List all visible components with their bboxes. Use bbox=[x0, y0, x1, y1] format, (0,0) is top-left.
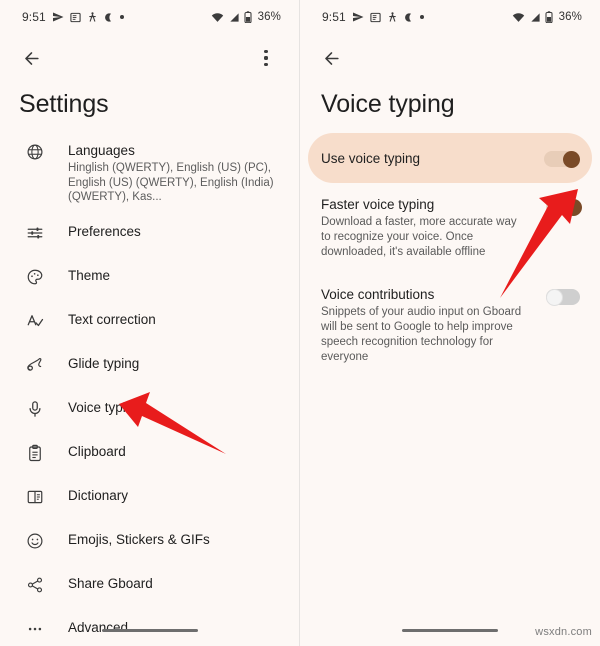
item-title: Advanced bbox=[68, 619, 129, 635]
clipboard-icon bbox=[20, 443, 50, 462]
pref-subtitle: Download a faster, more accurate way to … bbox=[321, 216, 517, 258]
dot-icon bbox=[119, 15, 124, 19]
item-title: Clipboard bbox=[68, 443, 126, 459]
sidebar-item-clipboard[interactable]: Clipboard bbox=[0, 434, 299, 478]
send-icon bbox=[352, 11, 364, 23]
item-title: Languages bbox=[68, 143, 135, 158]
status-time: 9:51 bbox=[322, 10, 346, 24]
sidebar-item-text-correction[interactable]: Text correction bbox=[0, 302, 299, 346]
back-arrow-icon[interactable] bbox=[14, 41, 48, 75]
sidebar-item-dictionary[interactable]: Dictionary bbox=[0, 478, 299, 522]
wifi-icon bbox=[211, 12, 224, 23]
wifi-icon bbox=[512, 12, 525, 23]
home-indicator-left bbox=[101, 628, 198, 632]
settings-list: Languages Hinglish (QWERTY), English (US… bbox=[0, 133, 299, 646]
item-title: Voice typing bbox=[68, 399, 141, 415]
sidebar-item-preferences[interactable]: Preferences bbox=[0, 214, 299, 258]
toggle-thumb bbox=[565, 198, 582, 216]
toggle-use-voice-typing[interactable] bbox=[544, 150, 580, 168]
send-icon bbox=[52, 11, 64, 23]
back-arrow-icon[interactable] bbox=[314, 41, 348, 75]
person-walking-icon bbox=[87, 11, 98, 23]
dot-icon bbox=[419, 15, 424, 19]
news-icon bbox=[70, 12, 81, 23]
battery-icon bbox=[545, 11, 553, 23]
status-bar-right: 9:51 36% bbox=[300, 0, 600, 34]
glide-squiggle-icon bbox=[20, 355, 50, 374]
pref-subtitle: Snippets of your audio input on Gboard w… bbox=[321, 306, 522, 363]
sidebar-item-glide-typing[interactable]: Glide typing bbox=[0, 346, 299, 390]
dual-screenshot-container: 9:51 36% Settings Languages Hinglish (QW… bbox=[0, 0, 600, 646]
kebab-menu-icon[interactable] bbox=[249, 41, 283, 75]
signal-icon bbox=[529, 12, 541, 23]
item-title: Dictionary bbox=[68, 487, 129, 503]
toolbar-left bbox=[0, 34, 299, 82]
news-icon bbox=[370, 12, 381, 23]
toggle-thumb bbox=[563, 150, 580, 168]
item-title: Text correction bbox=[68, 311, 156, 327]
sidebar-item-emojis-stickers-gifs[interactable]: Emojis, Stickers & GIFs bbox=[0, 522, 299, 566]
sidebar-item-voice-typing[interactable]: Voice typing bbox=[0, 390, 299, 434]
right-phone-screen: 9:51 36% Voice typing Use voice typing F… bbox=[300, 0, 600, 646]
toggle-faster-voice-typing[interactable] bbox=[546, 198, 582, 216]
spellcheck-icon bbox=[20, 311, 50, 330]
sidebar-item-theme[interactable]: Theme bbox=[0, 258, 299, 302]
sidebar-item-share-gboard[interactable]: Share Gboard bbox=[0, 566, 299, 610]
dictionary-book-icon bbox=[20, 487, 50, 506]
voice-typing-preferences: Use voice typing Faster voice typing Dow… bbox=[300, 133, 600, 378]
toggle-thumb bbox=[546, 288, 563, 306]
toolbar-right bbox=[300, 34, 600, 82]
home-indicator-right bbox=[402, 628, 498, 632]
pref-use-voice-typing[interactable]: Use voice typing bbox=[308, 133, 592, 183]
battery-percent: 36% bbox=[257, 11, 281, 23]
microphone-icon bbox=[20, 399, 50, 418]
item-title: Glide typing bbox=[68, 355, 140, 371]
emoji-smiley-icon bbox=[20, 531, 50, 550]
pref-title: Use voice typing bbox=[321, 150, 421, 166]
palette-icon bbox=[20, 267, 50, 286]
person-walking-icon bbox=[387, 11, 398, 23]
globe-icon bbox=[20, 142, 50, 161]
pref-faster-voice-typing[interactable]: Faster voice typing Download a faster, m… bbox=[300, 183, 600, 273]
item-title: Preferences bbox=[68, 223, 141, 239]
page-title-settings: Settings bbox=[19, 90, 109, 118]
item-title: Share Gboard bbox=[68, 575, 153, 591]
status-bar-left: 9:51 36% bbox=[0, 0, 299, 34]
crescent-moon-icon bbox=[104, 12, 114, 23]
item-title: Theme bbox=[68, 267, 111, 283]
pref-voice-contributions[interactable]: Voice contributions Snippets of your aud… bbox=[300, 273, 600, 378]
sidebar-item-languages[interactable]: Languages Hinglish (QWERTY), English (US… bbox=[0, 133, 299, 214]
toggle-voice-contributions[interactable] bbox=[546, 288, 582, 306]
share-icon bbox=[20, 575, 50, 594]
watermark: wsxdn.com bbox=[535, 626, 592, 638]
item-title: Emojis, Stickers & GIFs bbox=[68, 531, 210, 547]
more-horizontal-icon bbox=[20, 619, 50, 638]
signal-icon bbox=[228, 12, 240, 23]
pref-title: Voice contributions bbox=[321, 287, 435, 302]
battery-icon bbox=[244, 11, 252, 23]
sliders-icon bbox=[20, 223, 50, 242]
left-phone-screen: 9:51 36% Settings Languages Hinglish (QW… bbox=[0, 0, 300, 646]
status-time: 9:51 bbox=[22, 10, 46, 24]
page-title-voice-typing: Voice typing bbox=[321, 90, 455, 118]
item-subtitle: Hinglish (QWERTY), English (US) (PC), En… bbox=[68, 162, 274, 203]
crescent-moon-icon bbox=[404, 12, 414, 23]
pref-title: Faster voice typing bbox=[321, 197, 435, 212]
battery-percent: 36% bbox=[558, 11, 582, 23]
